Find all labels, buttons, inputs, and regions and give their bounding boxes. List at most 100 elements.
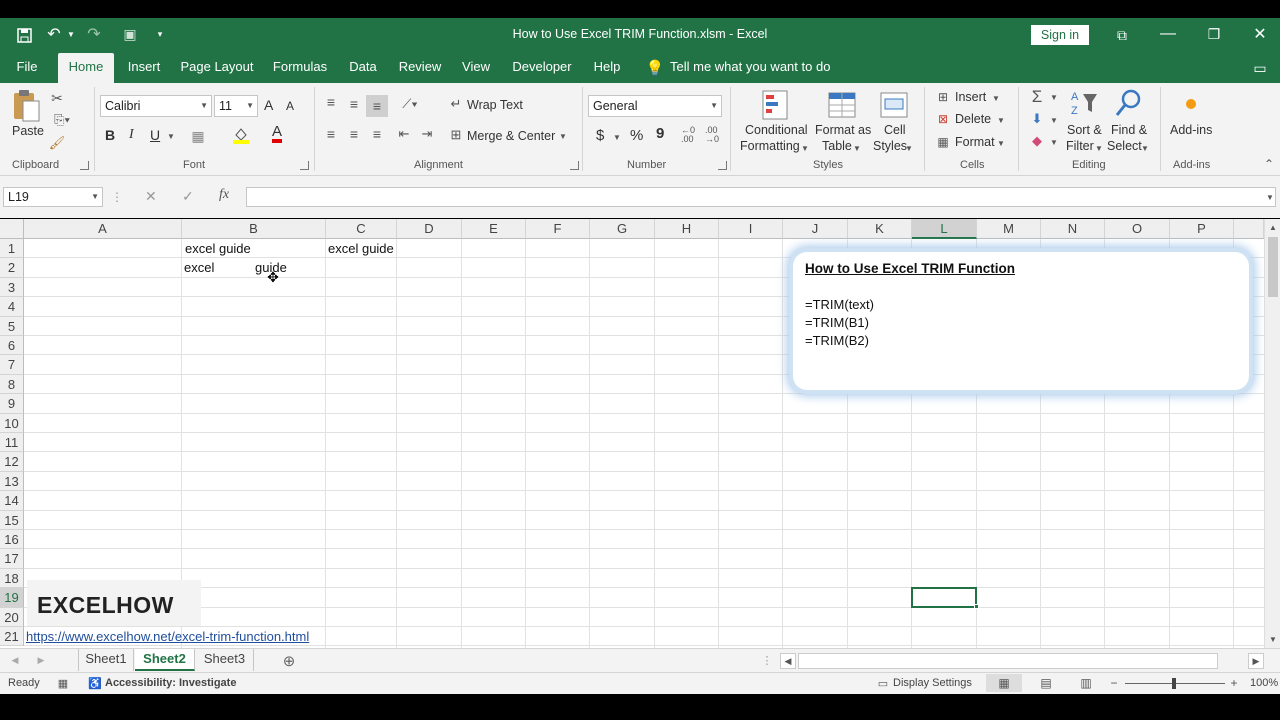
sheet-tab-sheet2[interactable]: Sheet2 [135,649,195,671]
decrease-indent-icon[interactable]: ⇤ [394,125,414,143]
orientation-icon[interactable]: ⟋▾ [396,95,424,113]
row-header-2[interactable]: 2 [0,258,24,278]
format-as-table-icon[interactable] [826,87,858,123]
conditional-formatting-label1[interactable]: Conditional [745,123,808,137]
row-header-1[interactable]: 1 [0,239,24,259]
row-header-8[interactable]: 8 [0,374,24,395]
collapse-ribbon-icon[interactable]: ⌃ [1262,157,1276,171]
name-box[interactable]: L19 ▼ [3,187,103,207]
autosum-icon[interactable]: Σ [1026,87,1048,107]
horizontal-scroll-thumb[interactable] [798,653,1218,669]
scroll-thumb[interactable] [1268,237,1278,297]
row-header-5[interactable]: 5 [0,316,24,336]
wrap-text-button[interactable]: Wrap Text [467,98,523,112]
format-cells-icon[interactable]: ▦ [934,134,952,150]
cell-styles-label1[interactable]: Cell [884,123,906,137]
column-header-j[interactable]: J [783,219,848,239]
find-select-label2[interactable]: Select [1107,139,1142,153]
italic-button[interactable]: I [129,127,134,143]
paste-label[interactable]: Paste [12,124,44,138]
save-icon[interactable] [14,26,34,44]
font-size-combo[interactable]: 11 ▼ [214,95,258,117]
number-format-combo[interactable]: General ▼ [588,95,722,117]
tab-developer[interactable]: Developer [506,53,578,83]
minimize-icon[interactable]: — [1158,24,1178,44]
trim-info-textbox[interactable]: How to Use Excel TRIM Function =TRIM(tex… [793,252,1249,390]
row-header-16[interactable]: 16 [0,530,24,550]
row-header-19[interactable]: 19 [0,588,24,608]
align-left-icon[interactable]: ≡ [322,125,340,143]
bold-button[interactable]: B [105,127,115,143]
column-header-p[interactable]: P [1170,219,1234,239]
page-break-view-icon[interactable]: ▥ [1076,674,1096,692]
row-header-4[interactable]: 4 [0,297,24,317]
increase-indent-icon[interactable]: ⇥ [417,125,437,143]
column-header-b[interactable]: B [182,219,326,239]
formula-input[interactable] [246,187,1276,207]
grow-font-button[interactable]: A [264,97,273,113]
insert-cells-icon[interactable]: ⊞ [934,89,952,105]
cell-styles-label2[interactable]: Styles [873,139,907,153]
borders-icon[interactable]: ▦ [188,127,208,145]
column-header-m[interactable]: M [977,219,1041,239]
accessibility-status[interactable]: Accessibility: Investigate [105,677,236,689]
undo-icon[interactable]: ↶ [44,24,64,44]
row-header-9[interactable]: 9 [0,394,24,414]
clipboard-launcher-icon[interactable] [80,161,89,170]
format-painter-icon[interactable]: 🖌 [48,134,66,152]
display-settings-button[interactable]: Display Settings [893,677,972,689]
add-ins-button[interactable]: Add-ins [1170,123,1212,137]
column-header-k[interactable]: K [848,219,912,239]
tutorial-link[interactable]: https://www.excelhow.net/excel-trim-func… [26,629,309,644]
chevron-down-icon[interactable]: ▼ [1140,142,1150,154]
paste-icon[interactable] [10,89,42,123]
comma-button[interactable]: 9 [656,125,664,142]
column-header-l[interactable]: L [912,219,977,239]
column-header-partial[interactable] [1234,219,1264,239]
add-ins-icon[interactable] [1180,93,1202,115]
row-header-6[interactable]: 6 [0,336,24,356]
chevron-down-icon[interactable]: ▼ [166,129,176,143]
prev-sheet-icon[interactable]: ◀ [8,653,22,667]
wrap-text-icon[interactable]: ↵ [448,95,464,113]
ribbon-display-options-icon[interactable]: ⧉ [1112,26,1132,44]
scroll-up-icon[interactable]: ▲ [1267,221,1279,233]
font-launcher-icon[interactable] [300,161,309,170]
redo-icon[interactable]: ↷ [84,24,104,44]
format-as-table-label2[interactable]: Table [822,139,852,153]
sign-in-button[interactable]: Sign in [1031,25,1089,45]
new-sheet-icon[interactable]: ⊕ [280,652,298,670]
vertical-scrollbar[interactable]: ▲ ▼ [1264,219,1280,648]
tab-view[interactable]: View [456,53,496,83]
scroll-right-icon[interactable]: ▶ [1248,653,1264,669]
expand-formula-bar-icon[interactable]: ▼ [1264,190,1276,204]
align-bottom-icon[interactable]: ≡ [366,95,388,117]
cell-B1[interactable]: excel guide [185,241,251,256]
chevron-down-icon[interactable]: ▼ [1049,114,1059,126]
tab-page-layout[interactable]: Page Layout [178,53,256,83]
format-cells-button[interactable]: Format [955,135,995,149]
row-header-14[interactable]: 14 [0,491,24,511]
copy-icon[interactable]: ⎘▾ [48,111,76,129]
column-header-n[interactable]: N [1041,219,1105,239]
row-header-21[interactable]: 21 [0,627,24,647]
column-header-i[interactable]: I [719,219,783,239]
tab-formulas[interactable]: Formulas [268,53,332,83]
column-header-h[interactable]: H [655,219,719,239]
decrease-decimal-icon[interactable]: .00 →0 [702,125,722,145]
tab-home[interactable]: Home [58,53,114,83]
currency-button[interactable]: $ [596,127,604,144]
delete-cells-button[interactable]: Delete [955,112,991,126]
chevron-down-icon[interactable]: ▼ [800,142,810,154]
font-name-combo[interactable]: Calibri ▼ [100,95,212,117]
conditional-formatting-label2[interactable]: Formatting [740,139,800,153]
column-header-o[interactable]: O [1105,219,1170,239]
close-icon[interactable]: ✕ [1250,24,1270,44]
column-header-e[interactable]: E [462,219,526,239]
font-color-button[interactable]: A [272,124,283,143]
accessibility-icon[interactable]: ♿ [88,676,102,690]
more-options-icon[interactable]: ⋮ [111,188,123,206]
tab-review[interactable]: Review [396,53,444,83]
find-select-label1[interactable]: Find & [1111,123,1147,137]
align-middle-icon[interactable]: ≡ [345,95,363,113]
